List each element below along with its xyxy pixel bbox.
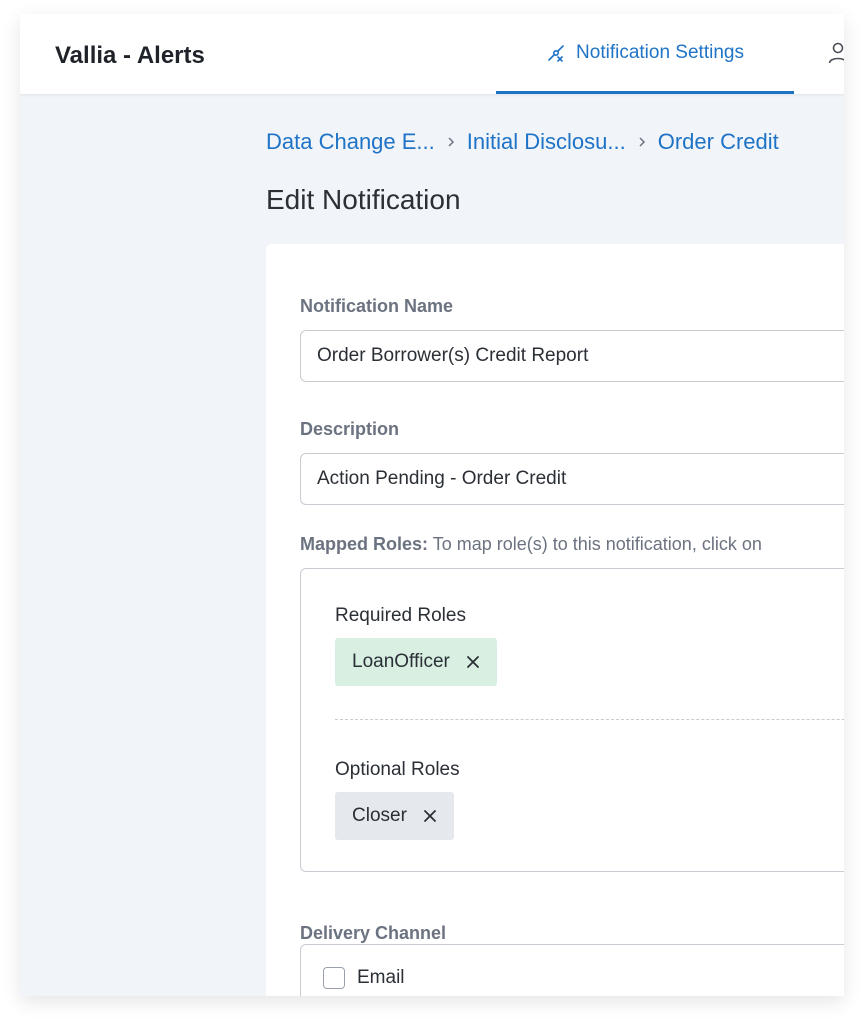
delivery-channel-label: Delivery Channel: [300, 923, 447, 943]
notification-settings-icon: [548, 44, 564, 62]
user-icon[interactable]: [828, 42, 844, 64]
mapped-roles-label: Mapped Roles:: [300, 534, 429, 554]
breadcrumb: Data Change E... Initial Disclosu... Ord…: [266, 129, 779, 155]
breadcrumb-item-data-change[interactable]: Data Change E...: [266, 129, 435, 155]
description-input[interactable]: [300, 453, 844, 505]
close-icon[interactable]: [423, 809, 437, 823]
email-label: Email: [357, 967, 405, 988]
delivery-channel-box: Email: [300, 944, 844, 996]
email-checkbox[interactable]: [323, 967, 345, 989]
edit-notification-card: Notification Name Description Mapped Rol…: [266, 244, 844, 996]
breadcrumb-item-order-credit[interactable]: Order Credit: [658, 129, 779, 155]
role-chip-closer: Closer: [335, 792, 454, 840]
breadcrumb-item-initial-disclosure[interactable]: Initial Disclosu...: [467, 129, 626, 155]
chevron-right-icon: [639, 137, 645, 147]
app-title: Vallia - Alerts: [55, 42, 205, 69]
mapped-roles-hint: Mapped Roles: To map role(s) to this not…: [300, 534, 762, 555]
close-icon[interactable]: [466, 655, 480, 669]
page-title: Edit Notification: [266, 184, 461, 215]
notification-name-label: Notification Name: [300, 296, 454, 316]
roles-divider: [335, 719, 844, 720]
chevron-right-icon: [448, 137, 454, 147]
role-chip-loanofficer: LoanOfficer: [335, 638, 497, 686]
notification-name-input[interactable]: [300, 330, 844, 382]
app-window: Vallia - Alerts Notification Settings Da…: [20, 14, 844, 996]
top-header: Vallia - Alerts Notification Settings: [20, 14, 844, 94]
description-label: Description: [300, 419, 400, 439]
optional-roles-label: Optional Roles: [335, 759, 460, 780]
role-chip-label: LoanOfficer: [352, 651, 450, 672]
role-chip-label: Closer: [352, 805, 407, 826]
required-roles-label: Required Roles: [335, 605, 466, 626]
tab-notification-settings[interactable]: Notification Settings: [496, 14, 794, 94]
mapped-roles-hint-text: To map role(s) to this notification, cli…: [432, 534, 762, 554]
mapped-roles-box: Required Roles LoanOfficer Optional Role…: [300, 568, 844, 872]
channel-email-option[interactable]: Email: [323, 967, 405, 989]
tab-label: Notification Settings: [576, 41, 744, 63]
